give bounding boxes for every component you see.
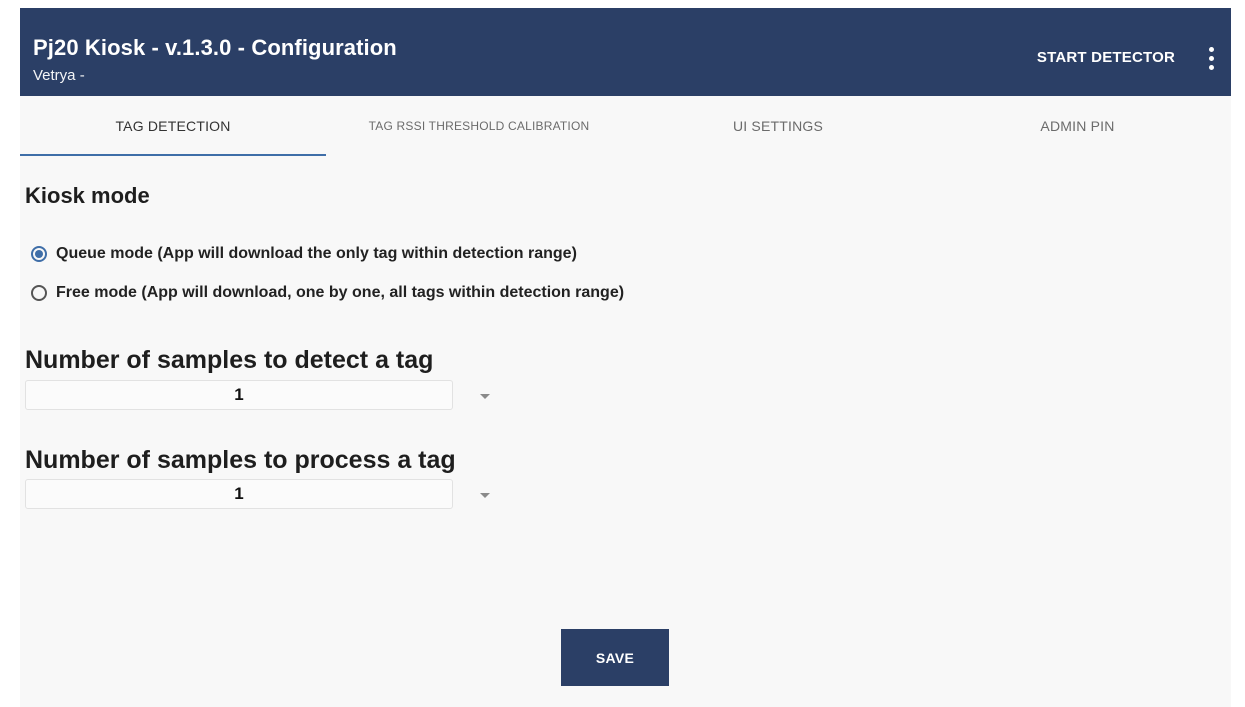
app-bar: Pj20 Kiosk - v.1.3.0 - Configuration Vet… — [20, 8, 1231, 96]
app-title: Pj20 Kiosk - v.1.3.0 - Configuration — [33, 35, 397, 60]
detect-samples-heading: Number of samples to detect a tag — [25, 346, 434, 374]
more-vert-icon[interactable] — [1201, 44, 1221, 72]
queue-mode-option[interactable]: Queue mode (App will download the only t… — [31, 245, 577, 263]
save-button[interactable]: SAVE — [561, 629, 669, 686]
tab-tag-detection[interactable]: TAG DETECTION — [20, 96, 326, 156]
start-detector-button[interactable]: START DETECTOR — [1037, 49, 1175, 66]
process-samples-select[interactable]: 1 — [25, 479, 453, 509]
radio-checked-icon[interactable] — [31, 246, 47, 262]
queue-mode-label: Queue mode (App will download the only t… — [56, 245, 577, 262]
chevron-down-icon[interactable] — [480, 493, 490, 498]
tab-admin-pin[interactable]: ADMIN PIN — [924, 96, 1231, 156]
tab-ui-settings[interactable]: UI SETTINGS — [632, 96, 924, 156]
tab-bar: TAG DETECTION TAG RSSI THRESHOLD CALIBRA… — [20, 96, 1231, 156]
free-mode-label: Free mode (App will download, one by one… — [56, 284, 625, 301]
kiosk-mode-heading: Kiosk mode — [25, 183, 150, 208]
app-subtitle: Vetrya - — [33, 67, 85, 84]
process-samples-heading: Number of samples to process a tag — [25, 446, 456, 474]
detect-samples-select[interactable]: 1 — [25, 380, 453, 410]
free-mode-option[interactable]: Free mode (App will download, one by one… — [31, 284, 624, 302]
radio-unchecked-icon[interactable] — [31, 285, 47, 301]
chevron-down-icon[interactable] — [480, 394, 490, 399]
tab-rssi-calibration[interactable]: TAG RSSI THRESHOLD CALIBRATION — [326, 96, 632, 156]
